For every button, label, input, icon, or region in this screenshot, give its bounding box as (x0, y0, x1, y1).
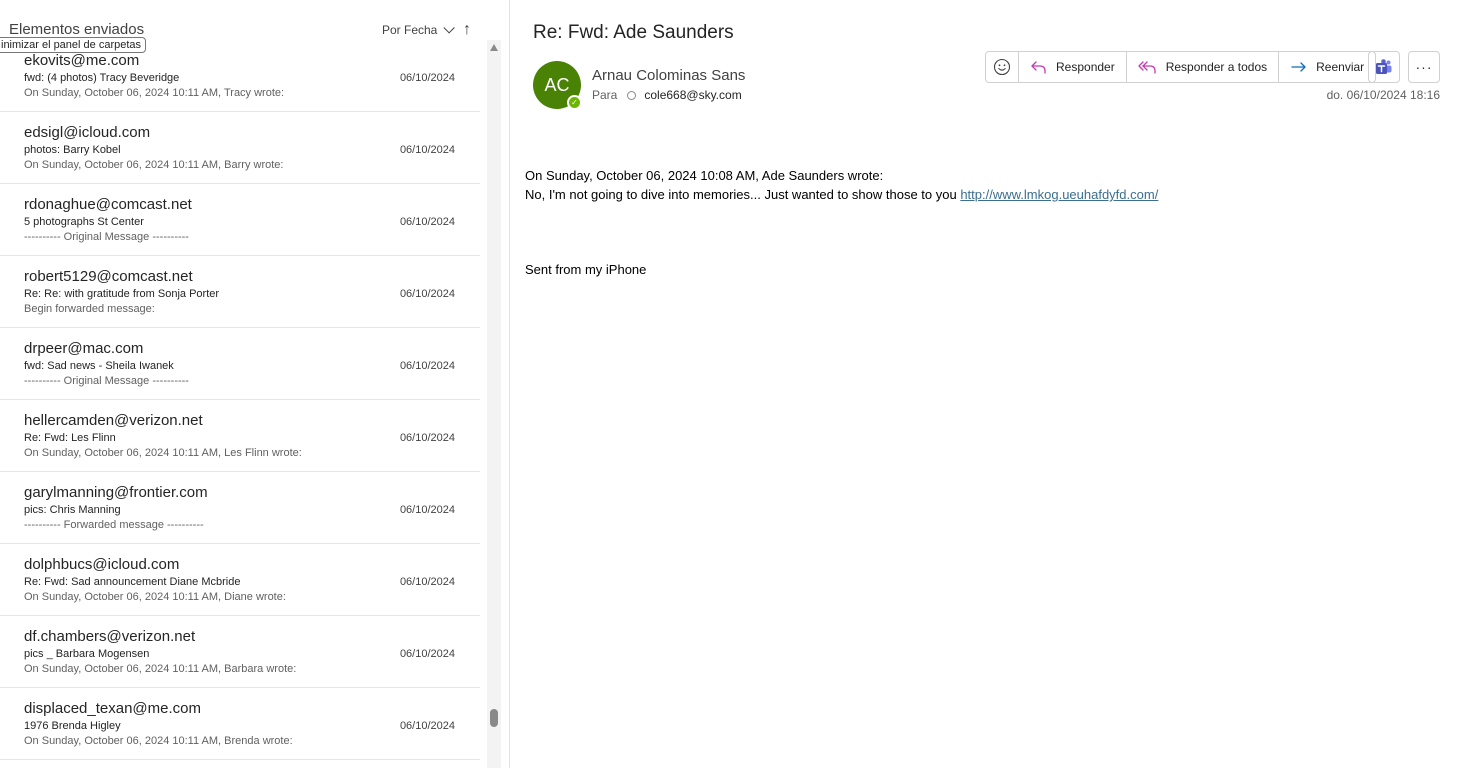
reply-icon (1031, 61, 1046, 74)
presence-unknown-icon (627, 90, 637, 100)
message-list-scrollbar[interactable] (487, 40, 501, 768)
message-item[interactable]: displaced_texan@me.com 1976 Brenda Higle… (0, 688, 480, 760)
message-sender: displaced_texan@me.com (24, 700, 201, 717)
collapse-folder-pane-tooltip: inimizar el panel de carpetas (0, 37, 147, 53)
reply-all-icon (1138, 61, 1156, 74)
teams-icon (1376, 59, 1392, 74)
reply-all-button[interactable]: Responder a todos (1125, 52, 1278, 82)
presence-available-icon: ✓ (567, 95, 582, 110)
message-item[interactable]: garylmanning@frontier.com pics: Chris Ma… (0, 472, 480, 544)
teams-chat-button[interactable] (1368, 51, 1400, 83)
avatar-initials: AC (544, 74, 570, 95)
message-sender: rdonaghue@comcast.net (24, 196, 192, 213)
message-action-bar: Responder Responder a todos Reenviar (985, 51, 1377, 83)
message-date: 06/10/2024 (399, 504, 455, 516)
reply-label: Responder (1056, 60, 1115, 74)
sort-direction-icon[interactable]: ↑ (463, 21, 471, 39)
message-list-pane: Elementos enviados Por Fecha ↑ inimizar … (0, 0, 510, 768)
message-preview: On Sunday, October 06, 2024 10:11 AM, Le… (24, 447, 302, 459)
reaction-button[interactable] (986, 52, 1018, 82)
message-sender: hellercamden@verizon.net (24, 412, 203, 429)
message-date: 06/10/2024 (399, 720, 455, 732)
message-item[interactable]: df.chambers@verizon.net pics _ Barbara M… (0, 616, 480, 688)
message-item[interactable]: dolphbucs@icloud.com Re: Fwd: Sad announ… (0, 544, 480, 616)
more-actions-button[interactable]: ··· (1408, 51, 1440, 83)
message-list: ekovits@me.com fwd: (4 photos) Tracy Bev… (0, 40, 480, 768)
reply-button[interactable]: Responder (1018, 52, 1126, 82)
message-date: 06/10/2024 (399, 432, 455, 444)
message-preview: On Sunday, October 06, 2024 10:11 AM, Ba… (24, 663, 297, 675)
message-sender: edsigl@icloud.com (24, 124, 151, 141)
sender-name[interactable]: Arnau Colominas Sans (592, 67, 745, 84)
body-link[interactable]: http://www.lmkog.ueuhafdyfd.com/ (960, 187, 1158, 202)
chevron-down-icon (443, 22, 456, 34)
message-preview: On Sunday, October 06, 2024 10:11 AM, Ba… (24, 159, 284, 171)
body-text: No, I'm not going to dive into memories.… (525, 187, 961, 202)
message-subject: 1976 Brenda Higley (24, 720, 121, 732)
scroll-up-arrow-icon[interactable] (490, 44, 498, 51)
message-sender: ekovits@me.com (24, 52, 140, 69)
forward-label: Reenviar (1316, 60, 1365, 74)
message-preview: ---------- Forwarded message ---------- (24, 519, 204, 531)
reading-pane: Re: Fwd: Ade Saunders AC ✓ Arnau Colomin… (511, 0, 1465, 768)
message-item[interactable]: robert5129@comcast.net Re: Re: with grat… (0, 256, 480, 328)
message-sender: robert5129@comcast.net (24, 268, 193, 285)
recipient-line: Para cole668@sky.com (592, 88, 742, 102)
sent-timestamp: do. 06/10/2024 18:16 (1326, 88, 1440, 102)
message-date: 06/10/2024 (399, 288, 455, 300)
message-date: 06/10/2024 (399, 216, 455, 228)
message-subject: 5 photographs St Center (24, 216, 144, 228)
message-preview: Begin forwarded message: (24, 303, 155, 315)
message-sender: df.chambers@verizon.net (24, 628, 196, 645)
recipient-address[interactable]: cole668@sky.com (644, 88, 741, 102)
message-item[interactable]: hellercamden@verizon.net Re: Fwd: Les Fl… (0, 400, 480, 472)
signature: Sent from my iPhone (525, 262, 647, 277)
message-item[interactable]: edsigl@icloud.com photos: Barry Kobel On… (0, 112, 480, 184)
sort-label: Por Fecha (382, 23, 438, 37)
message-preview: ---------- Original Message ---------- (24, 231, 189, 243)
message-sender: dolphbucs@icloud.com (24, 556, 180, 573)
scrollbar-thumb[interactable] (490, 709, 498, 727)
message-sender: garylmanning@frontier.com (24, 484, 208, 501)
message-date: 06/10/2024 (399, 72, 455, 84)
email-body: On Sunday, October 06, 2024 10:08 AM, Ad… (525, 166, 1158, 279)
message-subject: fwd: (4 photos) Tracy Beveridge (24, 72, 180, 84)
reply-all-label: Responder a todos (1165, 60, 1268, 74)
message-date: 06/10/2024 (399, 144, 455, 156)
to-label: Para (592, 88, 618, 102)
message-date: 06/10/2024 (399, 360, 455, 372)
message-subject: fwd: Sad news - Sheila Iwanek (24, 360, 174, 372)
message-date: 06/10/2024 (399, 576, 455, 588)
message-subject: pics: Chris Manning (24, 504, 121, 516)
message-date: 06/10/2024 (399, 648, 455, 660)
message-preview: ---------- Original Message ---------- (24, 375, 189, 387)
message-preview: On Sunday, October 06, 2024 10:11 AM, Br… (24, 735, 293, 747)
message-sender: drpeer@mac.com (24, 340, 144, 357)
email-subject: Re: Fwd: Ade Saunders (533, 22, 734, 43)
message-subject: pics _ Barbara Mogensen (24, 648, 150, 660)
message-item[interactable]: drpeer@mac.com fwd: Sad news - Sheila Iw… (0, 328, 480, 400)
forward-button[interactable]: Reenviar (1278, 52, 1375, 82)
message-subject: Re: Fwd: Les Flinn (24, 432, 116, 444)
folder-title: Elementos enviados (9, 21, 145, 38)
body-line: No, I'm not going to dive into memories.… (525, 185, 1158, 204)
forward-arrow-icon (1291, 62, 1306, 72)
message-preview: On Sunday, October 06, 2024 10:11 AM, Tr… (24, 87, 285, 99)
sort-dropdown[interactable]: Por Fecha (382, 22, 456, 37)
message-subject: Re: Fwd: Sad announcement Diane Mcbride (24, 576, 241, 588)
message-subject: photos: Barry Kobel (24, 144, 121, 156)
message-preview: On Sunday, October 06, 2024 10:11 AM, Di… (24, 591, 286, 603)
smiley-icon (993, 58, 1011, 76)
quoted-header: On Sunday, October 06, 2024 10:08 AM, Ad… (525, 168, 884, 183)
message-subject: Re: Re: with gratitude from Sonja Porter (24, 288, 220, 300)
message-item[interactable]: rdonaghue@comcast.net 5 photographs St C… (0, 184, 480, 256)
